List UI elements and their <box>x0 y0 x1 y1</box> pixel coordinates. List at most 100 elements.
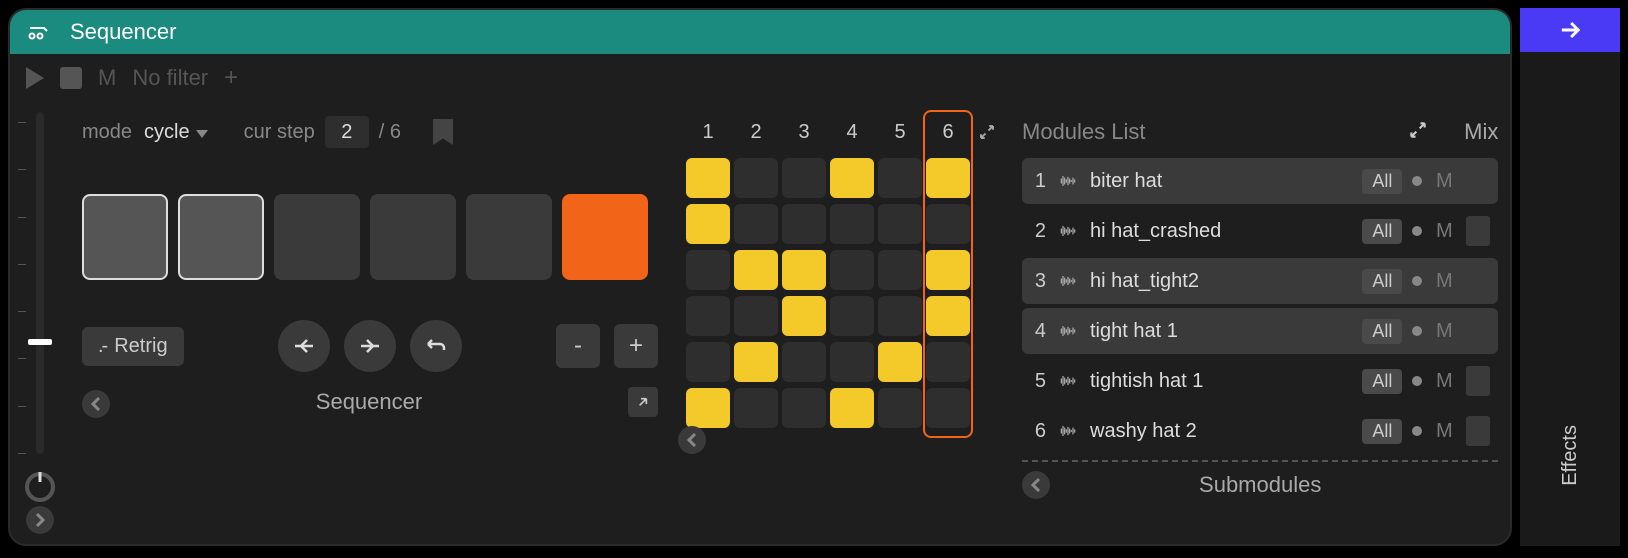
grid-cell-2-1[interactable] <box>686 204 730 244</box>
retrig-button[interactable]: .- Retrig <box>82 327 184 366</box>
all-toggle[interactable]: All <box>1362 169 1402 194</box>
list-end-divider <box>1022 460 1498 462</box>
grid-cell-4-6[interactable] <box>926 296 970 336</box>
grid-cell-6-1[interactable] <box>686 388 730 428</box>
grid-cell-3-3[interactable] <box>782 250 826 290</box>
all-toggle[interactable]: All <box>1362 369 1402 394</box>
expand-icon[interactable] <box>1408 120 1428 145</box>
submodules-back-button[interactable] <box>1022 471 1050 499</box>
mode-dropdown[interactable]: cycle <box>144 121 208 144</box>
grid-cell-2-6[interactable] <box>926 204 970 244</box>
grid-cell-1-1[interactable] <box>686 158 730 198</box>
step-cell-2[interactable] <box>178 194 264 280</box>
grid-cell-6-6[interactable] <box>926 388 970 428</box>
mute-m[interactable]: M <box>1432 270 1456 293</box>
grid-cell-1-2[interactable] <box>734 158 778 198</box>
gain-knob[interactable] <box>25 472 55 502</box>
grid-cell-3-6[interactable] <box>926 250 970 290</box>
grid-cell-1-6[interactable] <box>926 158 970 198</box>
grid-cell-6-4[interactable] <box>830 388 874 428</box>
grid-col-2[interactable]: 2 <box>734 121 778 144</box>
sequencer-panel: mode cycle cur step / 6 .- Retrig <box>70 102 670 544</box>
step-cell-4[interactable] <box>370 194 456 280</box>
grid-cell-3-5[interactable] <box>878 250 922 290</box>
module-row-1[interactable]: 1biter hatAllM <box>1022 158 1498 204</box>
grid-cell-3-4[interactable] <box>830 250 874 290</box>
grid-col-1[interactable]: 1 <box>686 121 730 144</box>
grid-cell-1-4[interactable] <box>830 158 874 198</box>
effects-sidebar[interactable]: Effects <box>1520 8 1620 546</box>
all-toggle[interactable]: All <box>1362 319 1402 344</box>
mix-slot[interactable] <box>1466 216 1490 246</box>
level-slider[interactable] <box>36 112 44 454</box>
module-row-5[interactable]: 5tightish hat 1AllM <box>1022 358 1498 404</box>
remove-step-button[interactable]: - <box>556 324 600 368</box>
collapse-icon[interactable] <box>978 120 1002 144</box>
add-step-button[interactable]: + <box>614 324 658 368</box>
mix-slot[interactable] <box>1466 266 1490 296</box>
grid-cell-4-3[interactable] <box>782 296 826 336</box>
grid-cell-4-2[interactable] <box>734 296 778 336</box>
mix-slot[interactable] <box>1466 366 1490 396</box>
all-toggle[interactable]: All <box>1362 219 1402 244</box>
module-row-3[interactable]: 3hi hat_tight2AllM <box>1022 258 1498 304</box>
grid-cell-5-5[interactable] <box>878 342 922 382</box>
grid-cell-1-5[interactable] <box>878 158 922 198</box>
panel-back-button[interactable] <box>82 390 110 418</box>
grid-cell-4-4[interactable] <box>830 296 874 336</box>
grid-cell-2-4[interactable] <box>830 204 874 244</box>
bookmark-icon[interactable] <box>433 119 453 145</box>
grid-cell-5-3[interactable] <box>782 342 826 382</box>
stop-button[interactable] <box>60 67 82 89</box>
mute-m[interactable]: M <box>1432 170 1456 193</box>
grid-cell-4-5[interactable] <box>878 296 922 336</box>
undo-button[interactable] <box>410 320 462 372</box>
grid-cell-5-1[interactable] <box>686 342 730 382</box>
grid-cell-2-5[interactable] <box>878 204 922 244</box>
mute-m[interactable]: M <box>1432 320 1456 343</box>
grid-cell-1-3[interactable] <box>782 158 826 198</box>
curstep-input[interactable] <box>325 116 369 148</box>
effects-expand-button[interactable] <box>1520 8 1620 52</box>
module-row-2[interactable]: 2hi hat_crashedAllM <box>1022 208 1498 254</box>
next-button[interactable] <box>344 320 396 372</box>
grid-cell-6-5[interactable] <box>878 388 922 428</box>
step-cell-5[interactable] <box>466 194 552 280</box>
grid-back-button[interactable] <box>678 426 706 454</box>
all-toggle[interactable]: All <box>1362 419 1402 444</box>
filter-label[interactable]: No filter <box>132 65 208 91</box>
prev-button[interactable] <box>278 320 330 372</box>
mix-slot[interactable] <box>1466 416 1490 446</box>
mute-toggle[interactable]: M <box>98 65 116 91</box>
add-filter-button[interactable]: + <box>224 64 238 92</box>
mute-m[interactable]: M <box>1432 370 1456 393</box>
step-cell-1[interactable] <box>82 194 168 280</box>
grid-cell-4-1[interactable] <box>686 296 730 336</box>
mute-m[interactable]: M <box>1432 220 1456 243</box>
mix-slot[interactable] <box>1466 316 1490 346</box>
all-toggle[interactable]: All <box>1362 269 1402 294</box>
grid-col-5[interactable]: 5 <box>878 121 922 144</box>
grid-cell-6-2[interactable] <box>734 388 778 428</box>
grid-cell-2-2[interactable] <box>734 204 778 244</box>
grid-col-4[interactable]: 4 <box>830 121 874 144</box>
grid-cell-3-2[interactable] <box>734 250 778 290</box>
grid-cell-2-3[interactable] <box>782 204 826 244</box>
nav-forward-icon[interactable] <box>26 506 54 534</box>
mix-slot[interactable] <box>1466 166 1490 196</box>
module-row-6[interactable]: 6washy hat 2AllM <box>1022 408 1498 454</box>
grid-cell-3-1[interactable] <box>686 250 730 290</box>
play-button[interactable] <box>26 67 44 89</box>
mute-m[interactable]: M <box>1432 420 1456 443</box>
grid-col-3[interactable]: 3 <box>782 121 826 144</box>
step-cell-6[interactable] <box>562 194 648 280</box>
grid-cell-5-6[interactable] <box>926 342 970 382</box>
step-cell-3[interactable] <box>274 194 360 280</box>
level-thumb[interactable] <box>28 339 52 345</box>
popout-icon[interactable] <box>628 387 658 417</box>
grid-col-6[interactable]: 6 <box>926 121 970 144</box>
module-row-4[interactable]: 4tight hat 1AllM <box>1022 308 1498 354</box>
grid-cell-6-3[interactable] <box>782 388 826 428</box>
grid-cell-5-4[interactable] <box>830 342 874 382</box>
grid-cell-5-2[interactable] <box>734 342 778 382</box>
